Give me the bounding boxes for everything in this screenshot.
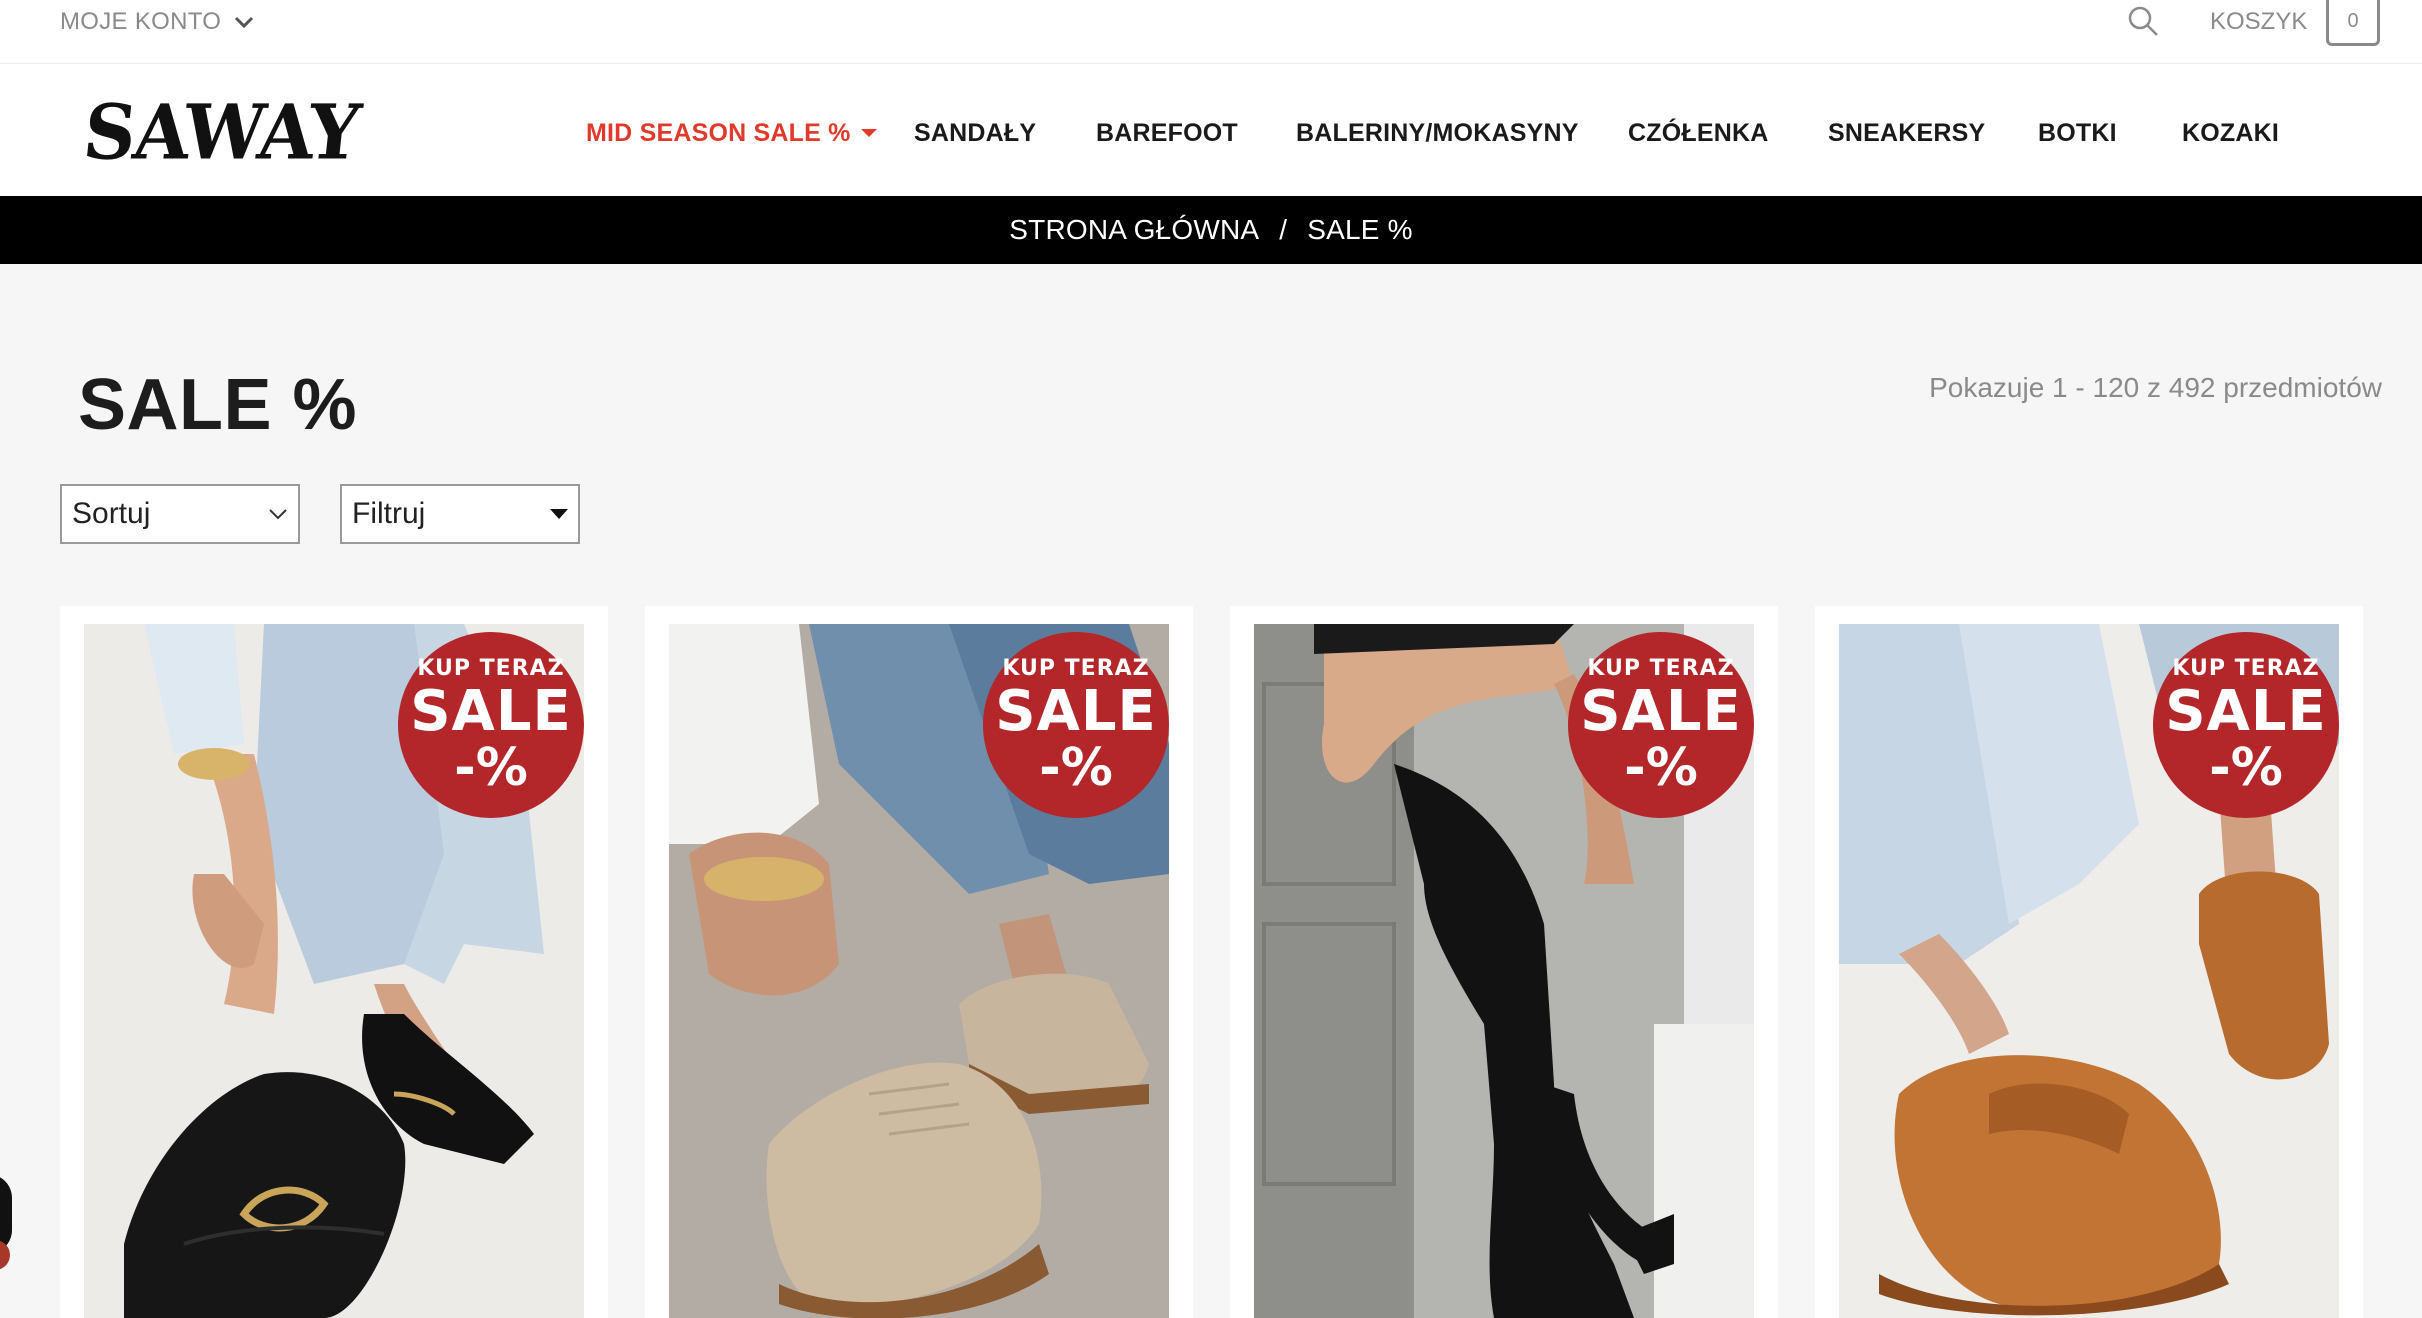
sale-badge: KUP TERAZ SALE -% xyxy=(398,632,584,818)
result-count: Pokazuje 1 - 120 z 492 przedmiotów xyxy=(1929,372,2382,403)
nav-item-sneakersy[interactable]: SNEAKERSY xyxy=(1828,118,1985,148)
page-title: SALE % xyxy=(78,365,358,445)
product-card[interactable]: KUP TERAZ SALE -% xyxy=(60,606,608,1318)
breadcrumb-current: SALE % xyxy=(1307,214,1413,245)
product-image[interactable]: KUP TERAZ SALE -% xyxy=(84,624,584,1318)
breadcrumb: STRONA GŁÓWNA / SALE % xyxy=(0,196,2422,264)
breadcrumb-home[interactable]: STRONA GŁÓWNA xyxy=(1009,214,1259,246)
cart-count: 0 xyxy=(2347,10,2359,32)
chat-notification-dot xyxy=(0,1240,10,1270)
breadcrumb-separator: / xyxy=(1279,214,1288,245)
chevron-down-icon xyxy=(269,509,287,520)
filter-select[interactable]: Filtruj xyxy=(340,484,580,544)
product-card[interactable]: KUP TERAZ SALE -% xyxy=(1815,606,2363,1318)
nav-item-kozaki[interactable]: KOZAKI xyxy=(2182,118,2279,148)
badge-line2: SALE xyxy=(2165,679,2327,744)
badge-line3: -% xyxy=(454,738,528,798)
filter-select-label: Filtruj xyxy=(352,497,426,530)
nav-item-baleriny-mokasyny[interactable]: BALERINY/MOKASYNY xyxy=(1296,118,1579,148)
product-image[interactable]: KUP TERAZ SALE -% xyxy=(1839,624,2339,1318)
badge-line3: -% xyxy=(1624,738,1698,798)
sort-select-label: Sortuj xyxy=(72,497,151,530)
badge-line2: SALE xyxy=(410,679,572,744)
nav-item-label: MID SEASON SALE % xyxy=(586,119,851,147)
sort-select[interactable]: Sortuj xyxy=(60,484,300,544)
sale-badge: KUP TERAZ SALE -% xyxy=(983,632,1169,818)
badge-line3: -% xyxy=(2209,738,2283,798)
nav-item-sandaly[interactable]: SANDAŁY xyxy=(914,118,1036,148)
nav-item-barefoot[interactable]: BAREFOOT xyxy=(1096,118,1238,148)
product-card[interactable]: KUP TERAZ SALE -% xyxy=(1230,606,1778,1318)
badge-line2: SALE xyxy=(1580,679,1742,744)
badge-line2: SALE xyxy=(995,679,1157,744)
site-logo[interactable]: SAWAY xyxy=(79,87,363,176)
cart-count-badge[interactable]: 0 xyxy=(2326,0,2380,46)
nav-item-czolenka[interactable]: CZÓŁENKA xyxy=(1628,118,1768,148)
chevron-down-icon xyxy=(235,16,254,29)
sale-badge: KUP TERAZ SALE -% xyxy=(1568,632,1754,818)
caret-down-icon xyxy=(860,129,877,137)
nav-item-mid-season-sale[interactable]: MID SEASON SALE % xyxy=(586,118,877,148)
badge-line3: -% xyxy=(1039,738,1113,798)
search-icon[interactable] xyxy=(2126,4,2160,38)
account-menu[interactable]: MOJE KONTO xyxy=(60,6,255,38)
product-image[interactable]: KUP TERAZ SALE -% xyxy=(1254,624,1754,1318)
cart-link[interactable]: KOSZYK xyxy=(2210,6,2307,38)
product-card[interactable]: KUP TERAZ SALE -% xyxy=(645,606,1193,1318)
account-label: MOJE KONTO xyxy=(60,8,222,35)
sale-badge: KUP TERAZ SALE -% xyxy=(2153,632,2339,818)
nav-item-botki[interactable]: BOTKI xyxy=(2038,118,2117,148)
top-utility-bar: MOJE KONTO KOSZYK 0 xyxy=(0,0,2422,64)
main-header: SAWAY MID SEASON SALE % SANDAŁY BAREFOOT… xyxy=(0,64,2422,196)
caret-down-icon xyxy=(550,509,568,519)
product-image[interactable]: KUP TERAZ SALE -% xyxy=(669,624,1169,1318)
